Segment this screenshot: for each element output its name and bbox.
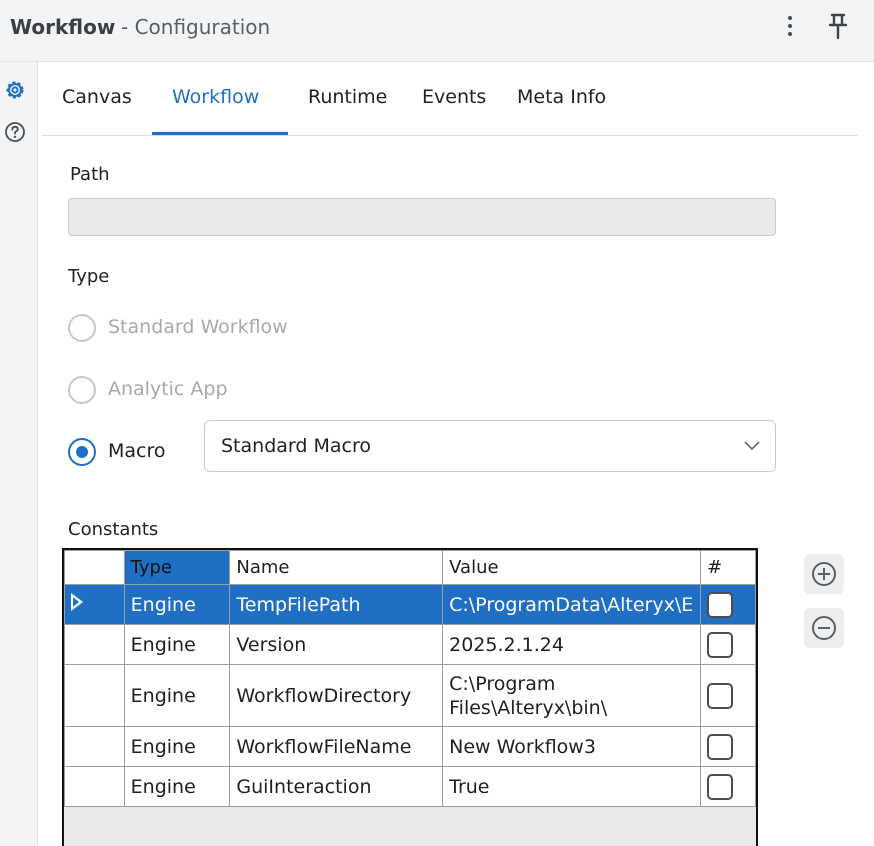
radio-button[interactable] bbox=[68, 314, 96, 342]
tab-canvas[interactable]: Canvas bbox=[62, 86, 132, 108]
plus-circle-icon bbox=[812, 562, 836, 586]
radio-label: Analytic App bbox=[108, 378, 228, 400]
row-indicator-header bbox=[64, 550, 125, 585]
column-header-type[interactable]: Type bbox=[123, 550, 231, 585]
column-header-name[interactable]: Name bbox=[229, 550, 444, 585]
row-pointer-icon bbox=[71, 593, 83, 611]
cell-type[interactable]: Engine bbox=[123, 726, 231, 767]
cell-type[interactable]: Engine bbox=[123, 766, 231, 807]
tab-runtime[interactable]: Runtime bbox=[308, 86, 387, 108]
cell-name[interactable]: Version bbox=[229, 624, 444, 665]
tab-workflow[interactable]: Workflow bbox=[172, 86, 259, 108]
row-indicator[interactable] bbox=[64, 584, 125, 625]
tab-bar: Canvas Workflow Runtime Events Meta Info bbox=[42, 76, 858, 136]
gear-icon[interactable] bbox=[3, 78, 27, 102]
cell-type[interactable]: Engine bbox=[123, 624, 231, 665]
table-row[interactable]: Engine Version 2025.2.1.24 bbox=[64, 624, 756, 665]
side-rail bbox=[0, 62, 38, 846]
tab-meta-info[interactable]: Meta Info bbox=[517, 86, 606, 108]
row-indicator[interactable] bbox=[64, 766, 125, 807]
checkbox[interactable] bbox=[707, 631, 734, 658]
cell-checkbox[interactable] bbox=[700, 624, 756, 665]
cell-name[interactable]: TempFilePath bbox=[229, 584, 444, 625]
cell-checkbox[interactable] bbox=[700, 726, 756, 767]
cell-type[interactable]: Engine bbox=[123, 664, 231, 727]
checkbox[interactable] bbox=[707, 682, 734, 709]
table-row[interactable]: Engine TempFilePath C:\ProgramData\Alter… bbox=[64, 584, 756, 625]
row-indicator[interactable] bbox=[64, 624, 125, 665]
remove-constant-button[interactable] bbox=[804, 608, 844, 648]
chevron-down-icon bbox=[744, 441, 760, 451]
pin-icon[interactable] bbox=[824, 11, 852, 41]
cell-checkbox[interactable] bbox=[700, 584, 756, 625]
path-label: Path bbox=[70, 164, 110, 185]
tab-events[interactable]: Events bbox=[422, 86, 486, 108]
cell-checkbox[interactable] bbox=[700, 664, 756, 727]
minus-circle-icon bbox=[812, 616, 836, 640]
cell-name[interactable]: WorkflowFileName bbox=[229, 726, 444, 767]
cell-name[interactable]: WorkflowDirectory bbox=[229, 664, 444, 727]
active-tab-indicator bbox=[152, 132, 288, 135]
table-header-row: Type Name Value # bbox=[64, 550, 756, 585]
cell-value[interactable]: C:\Program Files\Alteryx\bin\ bbox=[442, 664, 702, 727]
table-row[interactable]: Engine WorkflowFileName New Workflow3 bbox=[64, 726, 756, 767]
radio-button[interactable] bbox=[68, 438, 96, 466]
panel-titlebar: Workflow - Configuration bbox=[0, 0, 874, 62]
radio-label: Macro bbox=[108, 440, 166, 462]
panel-subtitle: - Configuration bbox=[121, 15, 271, 39]
row-indicator[interactable] bbox=[64, 726, 125, 767]
cell-checkbox[interactable] bbox=[700, 766, 756, 807]
column-header-hash[interactable]: # bbox=[700, 550, 756, 585]
row-indicator[interactable] bbox=[64, 664, 125, 727]
cell-value[interactable]: C:\ProgramData\Alteryx\E bbox=[442, 584, 702, 625]
constants-label: Constants bbox=[68, 519, 159, 540]
cell-value[interactable]: True bbox=[442, 766, 702, 807]
type-label: Type bbox=[68, 266, 110, 287]
checkbox[interactable] bbox=[707, 733, 734, 760]
table-row[interactable]: Engine WorkflowDirectory C:\Program File… bbox=[64, 664, 756, 727]
cell-name[interactable]: GuiInteraction bbox=[229, 766, 444, 807]
cell-type[interactable]: Engine bbox=[123, 584, 231, 625]
help-icon[interactable] bbox=[4, 121, 26, 143]
add-constant-button[interactable] bbox=[804, 554, 844, 594]
radio-button[interactable] bbox=[68, 376, 96, 404]
path-field bbox=[68, 198, 776, 236]
checkbox[interactable] bbox=[707, 773, 734, 800]
constants-table: Type Name Value # Engine TempFilePath C:… bbox=[62, 548, 758, 846]
checkbox[interactable] bbox=[707, 591, 734, 618]
cell-value[interactable]: 2025.2.1.24 bbox=[442, 624, 702, 665]
radio-label: Standard Workflow bbox=[108, 316, 288, 338]
column-header-value[interactable]: Value bbox=[442, 550, 702, 585]
kebab-icon[interactable] bbox=[778, 12, 802, 40]
cell-value[interactable]: New Workflow3 bbox=[442, 726, 702, 767]
select-value: Standard Macro bbox=[221, 435, 371, 457]
table-row[interactable]: Engine GuiInteraction True bbox=[64, 766, 756, 807]
panel-title: Workflow bbox=[10, 15, 116, 39]
macro-type-select[interactable]: Standard Macro bbox=[204, 420, 776, 472]
